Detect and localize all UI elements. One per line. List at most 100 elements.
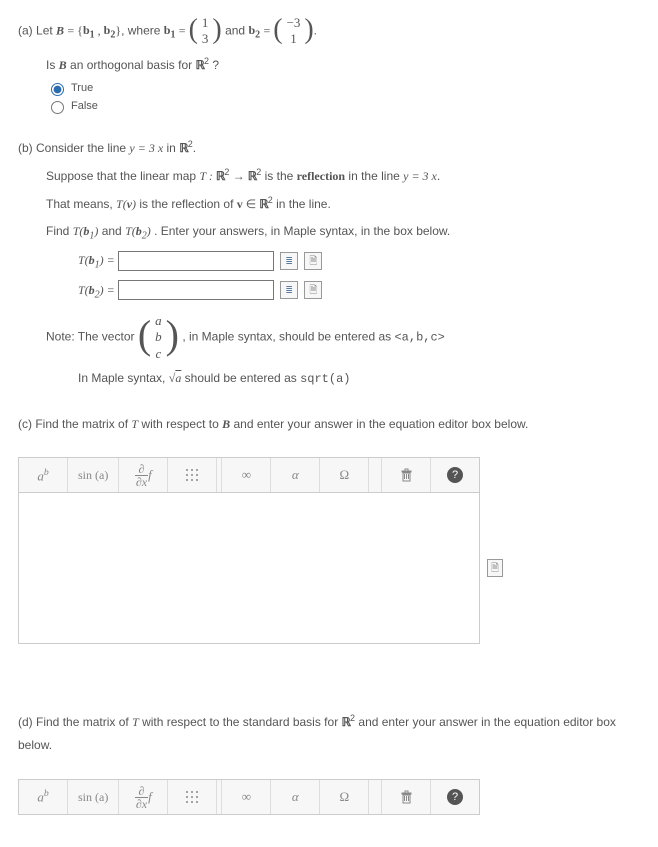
text: should be entered as — [185, 371, 300, 385]
B: B — [222, 417, 230, 431]
grid-icon — [186, 469, 198, 481]
part-a-question: Is B an orthogonal basis for ℝ2 ? — [46, 53, 640, 77]
c: c — [153, 347, 164, 361]
Tb1: T(b1) — [73, 224, 99, 238]
tool-alpha[interactable]: α — [271, 458, 320, 492]
Tv: T(v) — [116, 197, 136, 211]
part-d-label: (d) — [18, 715, 33, 729]
R-symbol: ℝ — [342, 715, 351, 729]
tool-function[interactable]: sin (a) — [68, 780, 119, 814]
reflection: reflection — [297, 169, 345, 183]
vector-b1: 13 — [198, 14, 213, 49]
omega-icon: Ω — [339, 789, 349, 805]
f: f — [148, 789, 152, 805]
line-eq: y = 3 x — [129, 141, 163, 155]
part-b-l1: (b) Consider the line y = 3 x in ℝ2. — [18, 136, 640, 160]
lparen-icon: ( — [189, 19, 198, 41]
tool-derivative[interactable]: ∂∂x f — [119, 458, 168, 492]
b1-lhs: b1 — [164, 23, 176, 37]
radio-false-label: False — [71, 100, 98, 112]
tool-help[interactable]: ? — [431, 780, 479, 814]
spacer — [369, 780, 382, 814]
text: in the line — [348, 169, 403, 183]
R-symbol: ℝ — [195, 58, 204, 72]
tb2-input[interactable] — [118, 280, 274, 300]
note-line: Note: The vector (abc) , in Maple syntax… — [46, 312, 640, 363]
dot: . — [437, 169, 440, 183]
tool-omega[interactable]: Ω — [320, 780, 369, 814]
part-b-l2: Suppose that the linear map T : ℝ2 → ℝ2 … — [46, 164, 640, 188]
text: and enter your answer in the equation ed… — [230, 417, 528, 431]
f: f — [148, 467, 152, 483]
b1-bot: 3 — [200, 32, 211, 46]
exp: 2 — [256, 167, 261, 177]
eq2: = — [263, 23, 273, 37]
note2-line: In Maple syntax, √a should be entered as… — [78, 367, 640, 391]
tb2-row: T(b2) = — [78, 279, 640, 304]
editor-toolbar: ab sin (a) ∂∂x f ∞ α Ω ? — [18, 457, 480, 493]
text: with respect to — [138, 417, 222, 431]
page-icon[interactable] — [304, 252, 322, 270]
tool-matrix[interactable] — [168, 458, 217, 492]
b2-sym: b2 — [104, 23, 116, 37]
page-icon[interactable] — [487, 559, 503, 577]
rparen-icon: ) — [166, 321, 179, 349]
sin-label: sin (a) — [78, 790, 108, 805]
radio-true[interactable] — [51, 83, 64, 96]
maple-code: <a,b,c> — [394, 331, 444, 345]
text: Let — [36, 23, 56, 37]
a: a — [153, 314, 164, 328]
tool-clear[interactable] — [382, 458, 431, 492]
preview-icon[interactable] — [280, 252, 298, 270]
R-symbol: ℝ — [179, 141, 188, 155]
tb1-row: T(b1) = — [78, 249, 640, 274]
part-d: (d) Find the matrix of T with respect to… — [18, 710, 640, 815]
eq: = — [179, 23, 189, 37]
tool-matrix[interactable] — [168, 780, 217, 814]
text: with respect to the standard basis for — [139, 715, 342, 729]
tool-help[interactable]: ? — [431, 458, 479, 492]
editor-input-area[interactable] — [18, 493, 480, 644]
tool-infinity[interactable]: ∞ — [222, 780, 271, 814]
comma: , — [95, 23, 104, 37]
editor-c-wrap: ab sin (a) ∂∂x f ∞ α Ω ? — [18, 457, 640, 644]
text: . Enter your answers, in Maple syntax, i… — [154, 224, 450, 238]
in: ∈ — [243, 197, 259, 211]
tool-function[interactable]: sin (a) — [68, 458, 119, 492]
tb1-input[interactable] — [118, 251, 274, 271]
var-B: B — [59, 58, 67, 72]
grid-icon — [186, 791, 198, 803]
tool-exponent[interactable]: ab — [19, 458, 68, 492]
tool-infinity[interactable]: ∞ — [222, 458, 271, 492]
where: , where — [121, 23, 164, 37]
text: Suppose that the linear map — [46, 169, 199, 183]
page-icon[interactable] — [304, 281, 322, 299]
preview-icon[interactable] — [280, 281, 298, 299]
radio-true-label: True — [71, 82, 93, 94]
radio-false[interactable] — [51, 101, 64, 114]
part-b: (b) Consider the line y = 3 x in ℝ2. Sup… — [18, 136, 640, 390]
text: an orthogonal basis for — [70, 58, 195, 72]
tool-derivative[interactable]: ∂∂x f — [119, 780, 168, 814]
alpha-icon: α — [292, 467, 299, 483]
rparen-icon: ) — [212, 19, 221, 41]
text: in the line. — [276, 197, 331, 211]
tool-exponent[interactable]: ab — [19, 780, 68, 814]
var-B: B — [56, 23, 64, 37]
radio-true-row: True — [46, 80, 640, 96]
sqrt-a: √a — [169, 371, 182, 385]
tool-alpha[interactable]: α — [271, 780, 320, 814]
arrow: → — [233, 169, 248, 183]
text: Find — [46, 224, 73, 238]
infinity-icon: ∞ — [242, 789, 251, 805]
part-c-label: (c) — [18, 417, 32, 431]
text: is the — [265, 169, 297, 183]
equals: = — [67, 23, 77, 37]
exp: 2 — [224, 167, 229, 177]
lparen-icon: ( — [138, 321, 151, 349]
Tb2: T(b2) — [125, 224, 151, 238]
tool-clear[interactable] — [382, 780, 431, 814]
trash-icon — [400, 790, 413, 804]
tool-omega[interactable]: Ω — [320, 458, 369, 492]
and: and — [225, 23, 248, 37]
